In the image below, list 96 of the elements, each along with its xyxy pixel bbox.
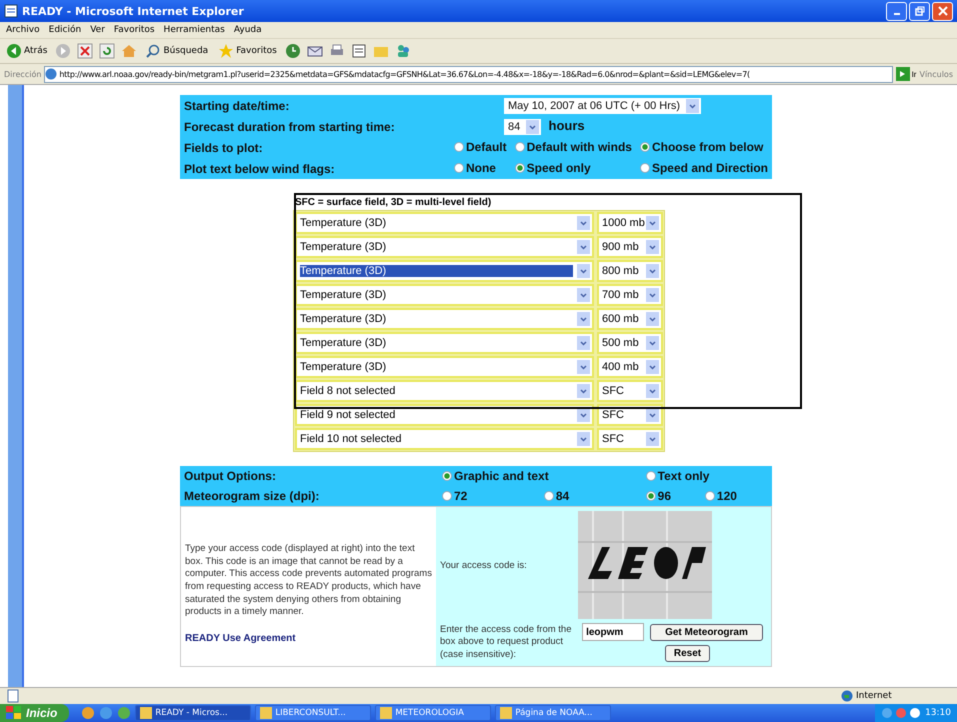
close-icon	[938, 6, 948, 16]
start-button[interactable]: Inicio	[0, 704, 70, 722]
links-button[interactable]: Vínculos	[919, 70, 953, 78]
menu-item[interactable]: Archivo	[6, 25, 40, 35]
field-dropdown[interactable]: Temperature (3D)	[295, 260, 594, 282]
search-button[interactable]: Búsqueda	[143, 43, 210, 59]
star-icon	[218, 43, 234, 59]
level-dropdown[interactable]: 700 mb	[597, 284, 663, 306]
radio-option[interactable]: Speed only	[514, 161, 591, 175]
code-label: Your access code is:	[440, 560, 528, 570]
radio-option[interactable]: 72	[442, 488, 468, 502]
field-label: Fields to plot:	[180, 137, 450, 158]
address-field[interactable]: http://www.arl.noaa.gov/ready-bin/metgram1.pl?userid=2325&metdata=GFS&mdatacfg=GFSNH&Lat=36.67&Lon=-4.48&x=-18&y=-18&Rad=6.0&nrod=&plant=&sid=LEMG&elev=7(	[44, 66, 893, 82]
menu-item[interactable]: Favoritos	[114, 25, 155, 35]
window-title: READY - Microsoft Internet Explorer	[22, 4, 245, 18]
field-dropdown[interactable]: Field 8 not selected	[295, 380, 594, 402]
duration-dropdown[interactable]: 84	[504, 119, 542, 135]
browser-page-icon	[4, 4, 18, 18]
taskbar-button[interactable]: Página de NOAA...	[495, 705, 612, 721]
zone-indicator: Internet	[841, 690, 951, 702]
level-dropdown[interactable]: 400 mb	[597, 356, 663, 378]
level-dropdown[interactable]: SFC	[597, 404, 663, 426]
level-dropdown[interactable]: 1000 mb	[597, 212, 663, 234]
field-label: Plot text below wind flags:	[180, 158, 450, 179]
radio-option[interactable]: Speed and Direction	[640, 161, 768, 175]
stop-icon[interactable]	[77, 43, 94, 59]
favorites-button[interactable]: Favoritos	[216, 43, 279, 59]
radio-option[interactable]: 96	[646, 488, 672, 502]
window-icon	[380, 707, 392, 719]
field-label: Meteorogram size (dpi):	[180, 486, 438, 506]
radio-option[interactable]: Text only	[646, 468, 710, 482]
radio-option[interactable]: 84	[544, 488, 570, 502]
field-label: Forecast duration from starting time:	[180, 116, 450, 137]
back-button[interactable]: Atrás	[4, 43, 50, 59]
restore-button[interactable]	[909, 2, 930, 20]
field-label: Output Options:	[180, 466, 438, 486]
date-dropdown[interactable]: May 10, 2007 at 06 UTC (+ 00 Hrs)	[504, 98, 702, 114]
get-meteorogram-button[interactable]: Get Meteorogram	[650, 624, 763, 640]
flag-icon	[6, 706, 22, 720]
radio-option[interactable]: 120	[704, 488, 737, 502]
reset-button[interactable]: Reset	[664, 645, 710, 662]
taskbar-button[interactable]: LIBERCONSULT...	[255, 705, 372, 721]
level-dropdown[interactable]: SFC	[597, 380, 663, 402]
radio-option[interactable]: Choose from below	[640, 140, 764, 154]
menu-item[interactable]: Ver	[90, 25, 105, 35]
radio-option[interactable]: Default with winds	[514, 140, 632, 154]
access-code-field[interactable]: leopwm	[582, 623, 644, 641]
level-dropdown[interactable]: 900 mb	[597, 236, 663, 258]
history-icon[interactable]	[284, 43, 301, 59]
field-dropdown[interactable]: Temperature (3D)	[295, 308, 594, 330]
minimize-icon	[894, 13, 900, 15]
window-icon	[260, 707, 272, 719]
field-label: Starting date/time:	[180, 95, 450, 116]
field-dropdown[interactable]: Temperature (3D)	[295, 356, 594, 378]
field-dropdown[interactable]: Temperature (3D)	[295, 332, 594, 354]
menu-item[interactable]: Ayuda	[234, 25, 262, 35]
menu-item[interactable]: Edición	[48, 25, 82, 35]
go-button[interactable]: Ir	[896, 67, 916, 81]
radio-option[interactable]: Graphic and text	[442, 468, 549, 482]
tray-icon	[881, 707, 922, 719]
refresh-icon[interactable]	[99, 43, 116, 59]
clock: 13:10	[925, 708, 951, 718]
window-icon	[500, 707, 512, 719]
unit-label: hours	[548, 118, 585, 133]
quick-launch-icon[interactable]	[117, 706, 132, 720]
taskbar-button[interactable]: READY - Micros...	[135, 705, 252, 721]
instructions-text: Type your access code (displayed at right) into the text box. This code is an image that cannot be read by a computer. This access code prevents automated programs from requesting access to READY products, which have saturated the system denying others from obtaining products in a timely manner.	[185, 543, 432, 619]
address-label: Dirección	[4, 70, 42, 78]
search-icon	[145, 43, 162, 59]
agreement-link[interactable]: READY Use Agreement	[185, 632, 432, 644]
level-dropdown[interactable]: SFC	[597, 428, 663, 450]
instruction-label: Enter the access code from the box above to request product (case insensitive):	[440, 624, 572, 662]
field-dropdown[interactable]: Temperature (3D)	[295, 236, 594, 258]
window-icon	[140, 707, 152, 719]
forward-icon[interactable]	[55, 43, 72, 59]
field-dropdown[interactable]: Field 10 not selected	[295, 428, 594, 450]
legend-text: SFC = surface field, 3D = multi-level field)	[294, 196, 492, 210]
quick-launch-icon[interactable]	[99, 706, 114, 720]
close-button[interactable]	[932, 2, 953, 20]
edit-icon[interactable]	[350, 43, 367, 59]
taskbar-button[interactable]: METEOROLOGIA	[375, 705, 492, 721]
quick-launch-icon[interactable]	[81, 706, 96, 720]
field-dropdown[interactable]: Field 9 not selected	[295, 404, 594, 426]
radio-option[interactable]: None	[454, 161, 496, 175]
level-dropdown[interactable]: 800 mb	[597, 260, 663, 282]
page-icon	[6, 689, 20, 703]
level-dropdown[interactable]: 600 mb	[597, 308, 663, 330]
minimize-button[interactable]	[886, 2, 907, 20]
restore-icon	[914, 6, 924, 16]
level-dropdown[interactable]: 500 mb	[597, 332, 663, 354]
globe-icon	[45, 68, 58, 80]
globe-icon	[841, 690, 853, 702]
menu-item[interactable]: Herramientas	[164, 25, 225, 35]
radio-option[interactable]: Default	[454, 140, 507, 154]
field-dropdown[interactable]: Temperature (3D)	[295, 284, 594, 306]
field-dropdown[interactable]: Temperature (3D)	[295, 212, 594, 234]
